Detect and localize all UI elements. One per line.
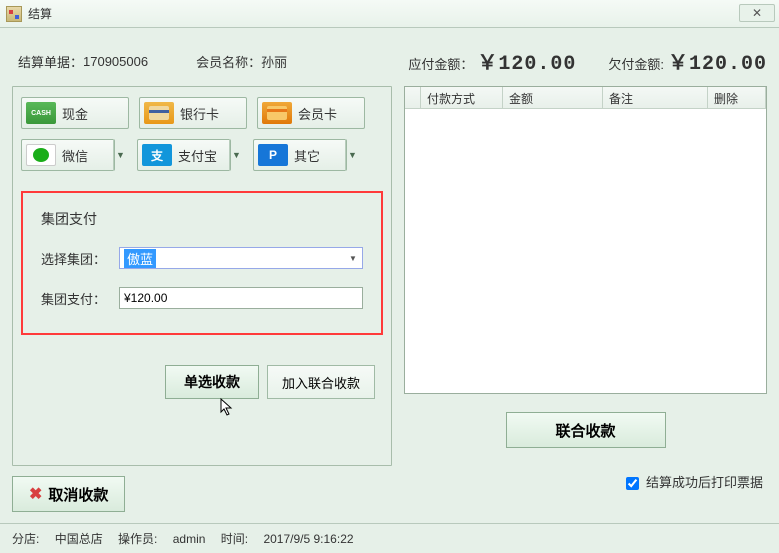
- col-amount[interactable]: 金额: [503, 87, 603, 108]
- col-method[interactable]: 付款方式: [421, 87, 503, 108]
- bankcard-label: 银行卡: [180, 104, 242, 123]
- other-dropdown[interactable]: ▼: [345, 139, 359, 171]
- time-label: 时间:: [221, 532, 248, 546]
- title-bar: 结算 ✕: [0, 0, 779, 28]
- alipay-button[interactable]: 支 支付宝: [137, 139, 231, 171]
- operator-label: 操作员:: [118, 532, 157, 546]
- select-group-combo[interactable]: 傲蓝 ▼: [119, 247, 363, 269]
- other-icon: P: [258, 144, 288, 166]
- wechat-icon: [26, 144, 56, 166]
- operator-value: admin: [173, 532, 206, 546]
- other-button[interactable]: P 其它: [253, 139, 347, 171]
- status-bar: 分店: 中国总店 操作员: admin 时间: 2017/9/5 9:16:22: [0, 523, 779, 553]
- membercard-button[interactable]: 会员卡: [257, 97, 365, 129]
- alipay-dropdown[interactable]: ▼: [229, 139, 243, 171]
- membercard-icon: [262, 102, 292, 124]
- cancel-collect-button[interactable]: ✖ 取消收款: [12, 476, 125, 512]
- cancel-icon: ✖: [29, 484, 42, 504]
- group-pay-panel: 集团支付 选择集团： 傲蓝 ▼ 集团支付：: [21, 191, 383, 335]
- col-delete[interactable]: 删除: [708, 87, 766, 108]
- branch-value: 中国总店: [55, 532, 103, 546]
- window-title: 结算: [28, 5, 52, 22]
- due-label: 应付金额：: [408, 54, 473, 73]
- info-row: 结算单据： 170905006 会员名称： 孙丽 应付金额： ￥120.00 欠…: [12, 38, 767, 86]
- print-label-text: 结算成功后打印票据: [646, 475, 763, 490]
- membercard-label: 会员卡: [298, 104, 360, 123]
- select-group-label: 选择集团：: [41, 249, 119, 268]
- bankcard-icon: [144, 102, 174, 124]
- col-note[interactable]: 备注: [603, 87, 708, 108]
- table-header: 付款方式 金额 备注 删除: [405, 87, 766, 109]
- cash-button[interactable]: 现金: [21, 97, 129, 129]
- member-value: 孙丽: [261, 52, 287, 71]
- order-value: 170905006: [83, 54, 148, 69]
- wechat-dropdown[interactable]: ▼: [113, 139, 127, 171]
- alipay-icon: 支: [142, 144, 172, 166]
- close-icon: ✕: [752, 6, 762, 20]
- other-label: 其它: [294, 146, 342, 165]
- wechat-label: 微信: [62, 146, 110, 165]
- print-checkbox[interactable]: [626, 477, 639, 490]
- cancel-label: 取消收款: [48, 484, 108, 505]
- owed-value: ￥120.00: [668, 46, 767, 76]
- member-label: 会员名称：: [196, 52, 261, 71]
- left-panel: 现金 银行卡 会员卡: [12, 86, 392, 466]
- cash-label: 现金: [62, 104, 124, 123]
- due-value: ￥120.00: [477, 46, 576, 76]
- close-button[interactable]: ✕: [739, 4, 775, 22]
- group-pay-title: 集团支付: [41, 209, 363, 229]
- group-amount-input[interactable]: [119, 287, 363, 309]
- cash-icon: [26, 102, 56, 124]
- wechat-button[interactable]: 微信: [21, 139, 115, 171]
- bankcard-button[interactable]: 银行卡: [139, 97, 247, 129]
- owed-label: 欠付金额:: [608, 54, 664, 73]
- combined-collect-button[interactable]: 联合收款: [506, 412, 666, 448]
- row-header-spacer: [405, 87, 421, 108]
- app-icon: [6, 6, 22, 22]
- payment-table: 付款方式 金额 备注 删除: [404, 86, 767, 394]
- chevron-down-icon: ▼: [346, 251, 360, 265]
- branch-label: 分店:: [12, 532, 39, 546]
- print-checkbox-label[interactable]: 结算成功后打印票据: [622, 475, 763, 490]
- single-collect-button[interactable]: 单选收款: [165, 365, 259, 399]
- order-label: 结算单据：: [18, 52, 83, 71]
- time-value: 2017/9/5 9:16:22: [263, 532, 353, 546]
- group-amount-label: 集团支付：: [41, 289, 119, 308]
- add-combined-button[interactable]: 加入联合收款: [267, 365, 375, 399]
- alipay-label: 支付宝: [178, 146, 226, 165]
- select-group-value: 傲蓝: [124, 249, 156, 268]
